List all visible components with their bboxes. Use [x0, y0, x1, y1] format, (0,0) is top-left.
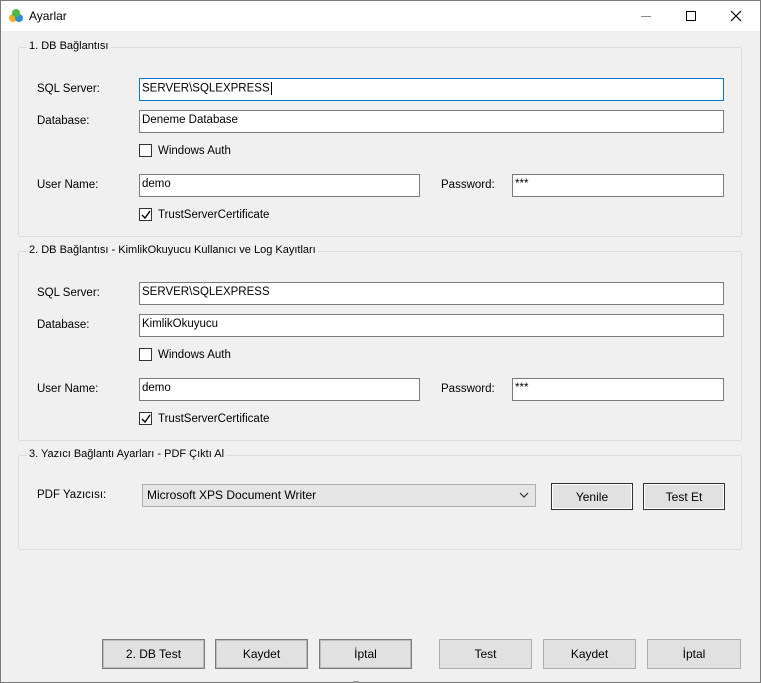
kimlik-db-connection-group: 2. DB Bağlantısı - KimlikOkuyucu Kullanı… — [18, 244, 742, 441]
minimize-button[interactable] — [623, 1, 669, 31]
checkbox-box — [139, 348, 152, 361]
settings-window: Ayarlar 1. DB Bağlantısı SQL Server: SER… — [0, 0, 761, 683]
user-name-label: User Name: — [37, 383, 99, 395]
group-legend: 1. DB Bağlantısı — [27, 40, 111, 52]
pdf-printer-value: Microsoft XPS Document Writer — [147, 488, 317, 502]
checkbox-box — [139, 208, 152, 221]
group-legend: 3. Yazıcı Bağlantı Ayarları - PDF Çıktı … — [27, 448, 227, 460]
minimize-icon — [641, 15, 651, 17]
refresh-button[interactable]: Yenile — [551, 483, 633, 510]
windows-auth-checkbox[interactable]: Windows Auth — [139, 348, 231, 361]
test-printer-button[interactable]: Test Et — [643, 483, 725, 510]
trust-server-certificate-label: TrustServerCertificate — [158, 208, 270, 221]
close-icon — [730, 10, 742, 22]
db-connection-group: 1. DB Bağlantısı — [18, 40, 742, 237]
window-title: Ayarlar — [29, 9, 67, 23]
database-label: Database: — [37, 319, 90, 331]
trust-server-certificate-checkbox[interactable]: TrustServerCertificate — [139, 208, 269, 221]
windows-auth-label: Windows Auth — [158, 348, 231, 361]
save-left-button[interactable]: Kaydet — [215, 639, 308, 669]
password-label: Password: — [441, 179, 495, 191]
maximize-icon — [686, 11, 696, 21]
sql-server-label: SQL Server: — [37, 83, 100, 95]
pdf-printer-select[interactable]: Microsoft XPS Document Writer — [142, 484, 536, 507]
checkmark-icon — [141, 210, 151, 220]
checkbox-box — [139, 412, 152, 425]
user-name-label: User Name: — [37, 179, 99, 191]
trust-server-certificate-label: TrustServerCertificate — [158, 412, 270, 425]
sql-server-input[interactable]: SERVER\SQLEXPRESS — [139, 282, 724, 305]
checkbox-box — [139, 144, 152, 157]
text-caret — [270, 82, 272, 95]
cancel-left-button[interactable]: İptal — [319, 639, 412, 669]
database-input[interactable]: KimlikOkuyucu — [139, 314, 724, 337]
windows-auth-checkbox[interactable]: Windows Auth — [139, 144, 231, 157]
password-input[interactable]: *** — [512, 174, 724, 197]
password-input[interactable]: *** — [512, 378, 724, 401]
save-right-button[interactable]: Kaydet — [543, 639, 636, 669]
test-button[interactable]: Test — [439, 639, 532, 669]
user-name-input[interactable]: demo — [139, 378, 420, 401]
pdf-printer-label: PDF Yazıcısı: — [37, 489, 107, 501]
sql-server-value: SERVER\SQLEXPRESS — [142, 82, 270, 95]
database-label: Database: — [37, 115, 90, 127]
checkmark-icon — [141, 414, 151, 424]
close-button[interactable] — [713, 1, 759, 31]
windows-auth-label: Windows Auth — [158, 144, 231, 157]
title-bar[interactable]: Ayarlar — [1, 1, 760, 31]
group-legend: 2. DB Bağlantısı - KimlikOkuyucu Kullanı… — [27, 244, 318, 256]
settings-app-icon — [8, 8, 24, 24]
database-input[interactable]: Deneme Database — [139, 110, 724, 133]
trust-server-certificate-checkbox[interactable]: TrustServerCertificate — [139, 412, 269, 425]
chevron-down-icon — [519, 492, 529, 498]
db2-test-button[interactable]: 2. DB Test — [102, 639, 205, 669]
password-label: Password: — [441, 383, 495, 395]
user-name-input[interactable]: demo — [139, 174, 420, 197]
maximize-button[interactable] — [668, 1, 714, 31]
sql-server-input[interactable]: SERVER\SQLEXPRESS — [139, 78, 724, 101]
cancel-right-button[interactable]: İptal — [647, 639, 741, 669]
sql-server-label: SQL Server: — [37, 287, 100, 299]
